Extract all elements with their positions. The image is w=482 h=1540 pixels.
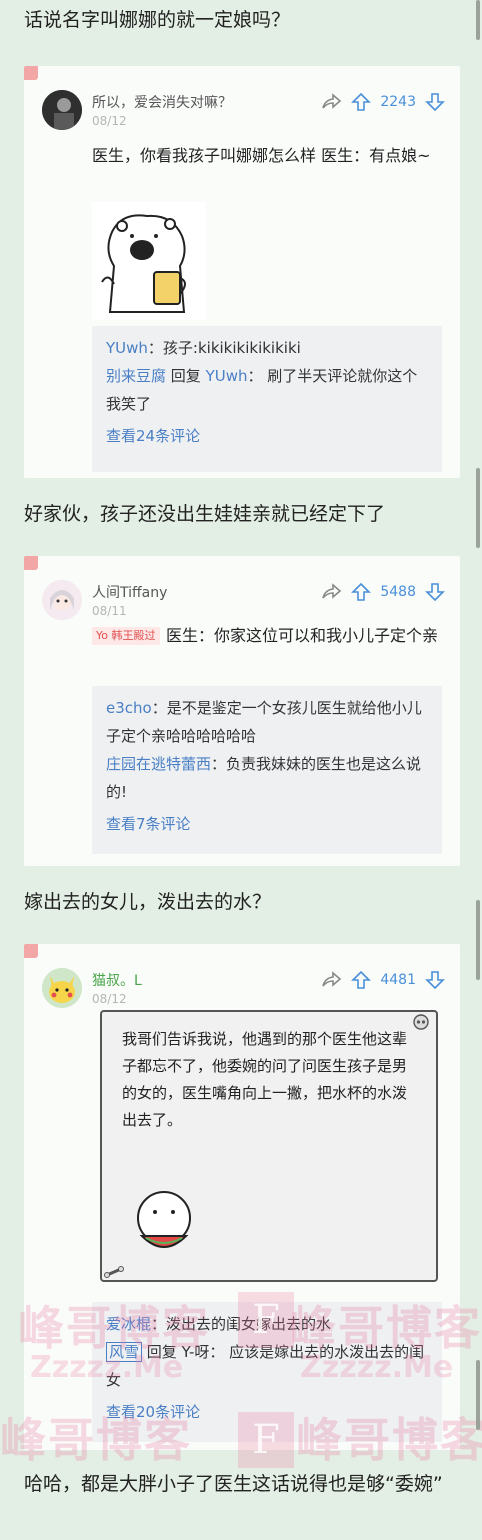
scroll-quote-box: 我哥们告诉我说，他遇到的那个医生他这辈子都忘不了，他委婉的问了问医生孩子是男的女… xyxy=(100,1010,438,1282)
upvote-icon[interactable] xyxy=(350,970,372,990)
watermark-logo: 峰哥博客 xyxy=(296,1413,482,1467)
post-date: 08/11 xyxy=(92,604,127,618)
bone-icon xyxy=(104,1264,124,1278)
reply-user[interactable]: 别来豆腐 xyxy=(106,367,166,385)
downvote-icon[interactable] xyxy=(424,582,446,602)
card-corner-badge xyxy=(24,944,38,958)
reply-target-user[interactable]: YUwh xyxy=(206,367,248,385)
watermark-url: Zzzzz.Me xyxy=(300,1350,454,1385)
post-text: 我哥们告诉我说，他遇到的那个医生他这辈子都忘不了，他委婉的问了问医生孩子是男的女… xyxy=(122,1030,408,1129)
user-avatar[interactable] xyxy=(42,90,82,130)
upvote-icon[interactable] xyxy=(350,92,372,112)
vote-count: 5488 xyxy=(380,584,416,600)
post-date: 08/12 xyxy=(92,992,127,1006)
post-date: 08/12 xyxy=(92,114,127,128)
watermark-logo: 峰哥博客 xyxy=(18,1301,210,1355)
reply-item[interactable]: 别来豆腐 回复 YUwh： 刷了半天评论就你这个我笑了 xyxy=(106,362,428,418)
user-avatar[interactable] xyxy=(42,580,82,620)
reply-user[interactable]: 庄园在逃特蕾西 xyxy=(106,755,211,773)
share-icon[interactable] xyxy=(320,582,342,602)
card-corner-badge xyxy=(24,66,38,80)
reply-box: YUwh：孩子:kikikikikikikiki 别来豆腐 回复 YUwh： 刷… xyxy=(92,326,442,472)
post-card-2: 人间Tiffany 08/11 5488 医生：你家这位可以和我小儿子定个亲 Y… xyxy=(24,556,460,866)
view-more-comments[interactable]: 查看7条评论 xyxy=(106,810,428,838)
watermark-logo: 峰哥博客 xyxy=(290,1301,482,1355)
user-avatar[interactable] xyxy=(42,968,82,1008)
bear-meme-image[interactable] xyxy=(92,202,206,320)
skull-icon xyxy=(412,1014,430,1032)
user-badge[interactable]: Yo 韩王殿过 xyxy=(92,627,160,645)
share-icon[interactable] xyxy=(320,970,342,990)
caption-2: 好家伙，孩子还没出生娃娃亲就已经定下了 xyxy=(24,503,386,525)
scrollbar-thumb[interactable] xyxy=(476,900,480,980)
reply-user[interactable]: YUwh xyxy=(106,339,148,357)
downvote-icon[interactable] xyxy=(424,92,446,112)
caption-4: 哈哈，都是大胖小子了医生这话说得也是够“委婉” xyxy=(24,1473,443,1495)
username[interactable]: 所以，爱会消失对嘛？ xyxy=(92,92,232,112)
scrollbar-thumb[interactable] xyxy=(476,0,480,40)
reply-item[interactable]: e3cho：是不是鉴定一个女孩儿医生就给他小儿子定个亲哈哈哈哈哈哈 xyxy=(106,694,428,750)
watermark-logo: 峰哥博客 xyxy=(0,1413,192,1467)
reply-mid: 回复 xyxy=(166,367,206,385)
scrollbar-thumb[interactable] xyxy=(476,1360,480,1430)
caption-1: 话说名字叫娜娜的就一定娘吗？ xyxy=(24,9,291,31)
post-card-1: 所以，爱会消失对嘛？ 08/12 2243 医生，你看我孩子叫娜娜怎么样 医生：… xyxy=(24,66,460,478)
username[interactable]: 人间Tiffany xyxy=(92,582,167,602)
post-text: 医生，你看我孩子叫娜娜怎么样 医生：有点娘~ xyxy=(92,146,431,165)
reply-text: ：是不是鉴定一个女孩儿医生就给他小儿子定个亲哈哈哈哈哈哈 xyxy=(106,699,422,745)
vote-count: 2243 xyxy=(380,94,416,110)
reply-user[interactable]: e3cho xyxy=(106,699,152,717)
username[interactable]: 猫叔。L xyxy=(92,970,142,990)
meme-eating-image[interactable] xyxy=(128,1188,200,1260)
upvote-icon[interactable] xyxy=(350,582,372,602)
reply-item[interactable]: YUwh：孩子:kikikikikikikiki xyxy=(106,334,428,362)
scrollbar-thumb[interactable] xyxy=(476,468,480,548)
reply-box: e3cho：是不是鉴定一个女孩儿医生就给他小儿子定个亲哈哈哈哈哈哈 庄园在逃特蕾… xyxy=(92,686,442,854)
watermark-f-logo: F xyxy=(238,1412,294,1468)
downvote-icon[interactable] xyxy=(424,970,446,990)
reply-text: ：孩子:kikikikikikikiki xyxy=(147,339,301,357)
share-icon[interactable] xyxy=(320,92,342,112)
watermark-url: Zzzzz.Me xyxy=(30,1350,184,1385)
view-more-comments[interactable]: 查看24条评论 xyxy=(106,422,428,450)
watermark-f-logo: F xyxy=(238,1292,294,1348)
vote-count: 4481 xyxy=(380,972,416,988)
reply-item[interactable]: 庄园在逃特蕾西：负责我妹妹的医生也是这么说的! xyxy=(106,750,428,806)
card-corner-badge xyxy=(24,556,38,570)
caption-3: 嫁出去的女儿，泼出去的水？ xyxy=(24,891,272,913)
